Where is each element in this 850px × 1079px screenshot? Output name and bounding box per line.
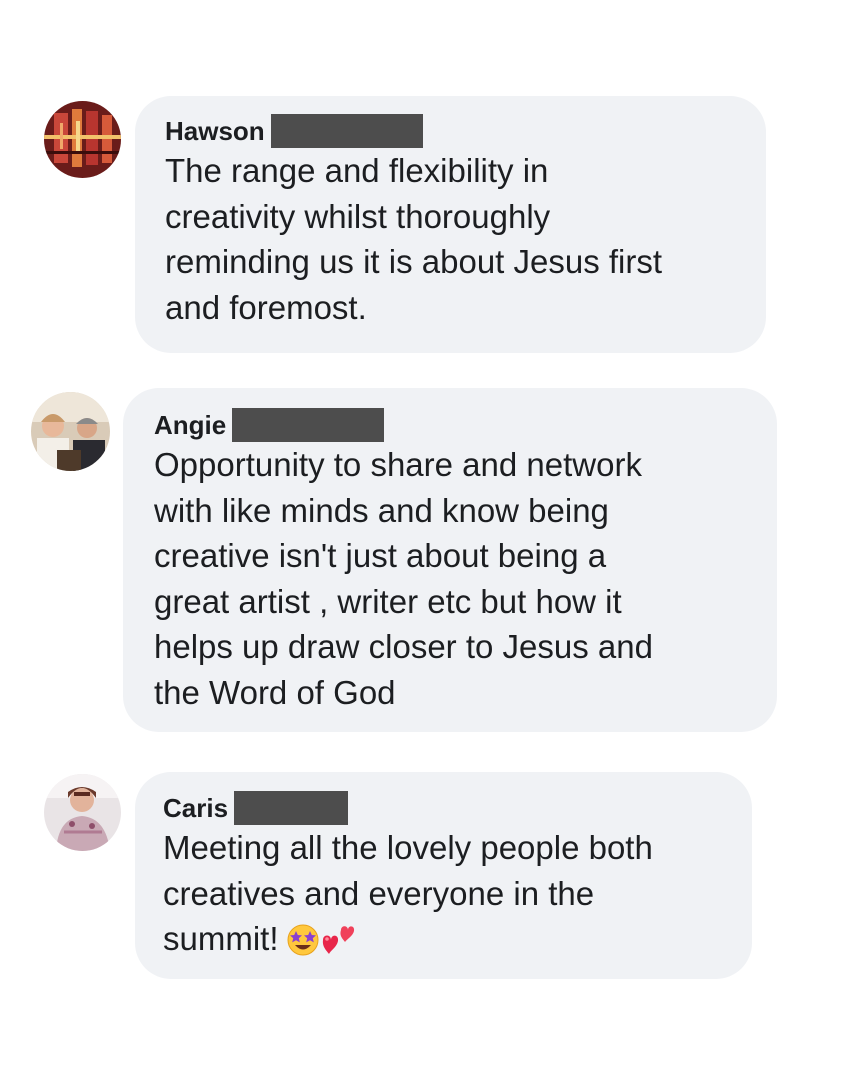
comment-text-line: helps up draw closer to Jesus and: [154, 628, 653, 665]
comment-text: Meeting all the lovely people both creat…: [163, 825, 732, 962]
comment-text-line: summit!: [163, 916, 732, 962]
comment-text-segment: summit!: [163, 920, 279, 957]
comment-text-line: Opportunity to share and network: [154, 446, 642, 483]
comment-text-line: Meeting all the lovely people both: [163, 829, 653, 866]
comment-bubble: Caris Meeting all the lovely people both…: [135, 772, 752, 979]
avatar-angie[interactable]: [31, 392, 110, 471]
star-struck-emoji-icon: [287, 924, 318, 956]
comment-author-name[interactable]: Hawson: [165, 116, 265, 147]
comment-bubble: Hawson The range and flexibility in crea…: [135, 96, 766, 353]
comment-text-line: and foremost.: [165, 288, 367, 326]
screenshot-crop-edge: [115, 733, 795, 745]
comment-text-line: reminding us it is about Jesus first: [165, 243, 663, 280]
comment-text-line: creatives and everyone in the: [163, 874, 595, 912]
emoji-group: [285, 922, 355, 956]
redacted-surname: [232, 408, 385, 442]
comment-text-line: creativity whilst thoroughly: [165, 197, 551, 235]
avatar-caris[interactable]: [44, 774, 121, 851]
comment-text: Opportunity to share and network with li…: [154, 442, 757, 715]
comment-author-row: Angie: [154, 408, 757, 442]
comment-text-line: with like minds and know being: [154, 491, 609, 529]
two-hearts-emoji-icon: [322, 926, 354, 954]
redacted-surname: [234, 791, 349, 825]
comment-text: The range and flexibility in creativity …: [165, 148, 746, 330]
comment-text-line: great artist , writer etc but how it: [154, 582, 622, 620]
comment-text-line: The range and flexibility in: [165, 152, 549, 189]
comment-text-line: the Word of God: [154, 673, 396, 711]
comment-author-name[interactable]: Caris: [163, 793, 228, 824]
comment-author-row: Caris: [163, 791, 732, 825]
comment-author-name[interactable]: Angie: [154, 410, 226, 441]
comment-author-row: Hawson: [165, 114, 746, 148]
avatar-hawson[interactable]: [44, 101, 121, 178]
comment-bubble: Angie Opportunity to share and network w…: [123, 388, 777, 732]
redacted-surname: [270, 114, 423, 148]
comment-text-line: creative isn't just about being a: [154, 537, 607, 574]
